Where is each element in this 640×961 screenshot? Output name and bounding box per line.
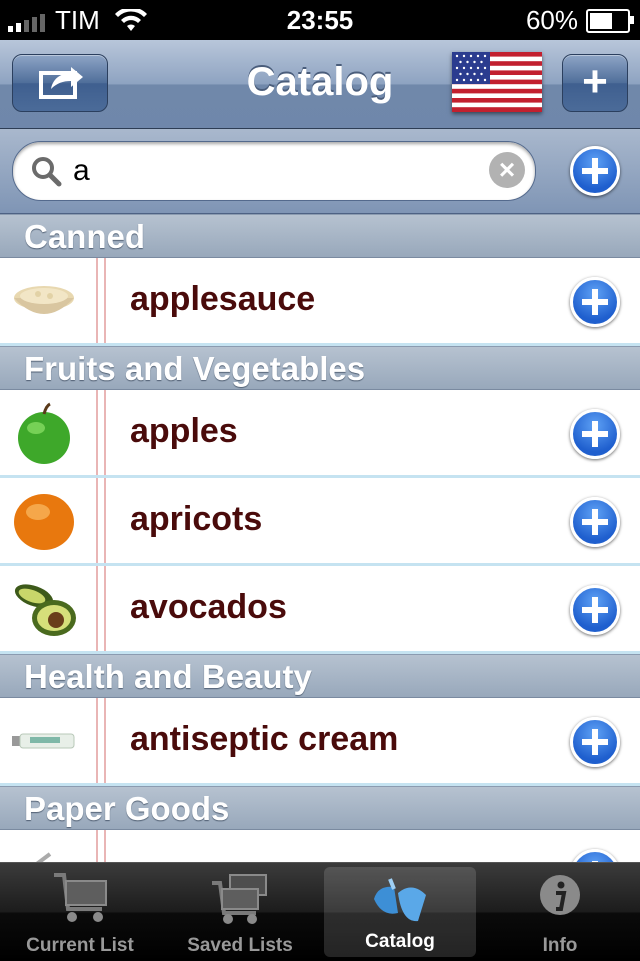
battery-icon <box>586 8 634 33</box>
tab-label: Saved Lists <box>187 935 293 956</box>
applesauce-bowl-icon <box>14 286 74 314</box>
search-input[interactable] <box>71 150 475 192</box>
item-name: avocados <box>130 588 287 626</box>
add-to-list-button[interactable] <box>570 277 620 327</box>
tab-bar: Current List Saved Lists Catalog Info <box>0 862 640 961</box>
plus-circle-icon <box>570 146 620 196</box>
section-header: Health and Beauty <box>0 654 640 698</box>
cart-icon <box>54 873 107 922</box>
clear-search-icon[interactable]: × <box>489 152 525 188</box>
plus-circle-icon <box>570 409 620 459</box>
item-name: antiseptic cream <box>130 720 399 758</box>
section-header: Paper Goods <box>0 786 640 830</box>
tab-label: Catalog <box>365 931 435 952</box>
tab-saved-lists[interactable]: Saved Lists <box>160 863 320 961</box>
list-item[interactable] <box>0 830 640 862</box>
navigation-bar: Catalog + <box>0 40 640 129</box>
search-field[interactable]: × <box>12 141 536 201</box>
page-title: Catalog <box>246 60 394 104</box>
section-header: Canned <box>0 214 640 258</box>
item-name: apricots <box>130 500 263 538</box>
plus-circle-icon <box>570 849 620 862</box>
paper-item-icon <box>36 852 52 862</box>
catalog-list: Canned applesauce Fruits and Vegetables … <box>0 214 640 862</box>
add-to-list-button[interactable] <box>570 585 620 635</box>
list-item[interactable]: applesauce <box>0 258 640 346</box>
plus-circle-icon <box>570 497 620 547</box>
us-flag-icon[interactable] <box>452 52 542 112</box>
list-item[interactable]: apricots <box>0 478 640 566</box>
catalog-icon <box>374 878 426 922</box>
add-item-button[interactable]: + <box>562 54 628 112</box>
add-to-list-button[interactable] <box>570 409 620 459</box>
battery-percent: 60% <box>525 5 578 35</box>
search-bar: × <box>0 129 640 214</box>
add-to-list-button[interactable] <box>570 717 620 767</box>
tab-info[interactable]: Info <box>480 863 640 961</box>
search-icon <box>32 157 62 187</box>
apple-icon <box>18 402 70 464</box>
cream-tube-icon <box>12 733 75 749</box>
list-item[interactable]: antiseptic cream <box>0 698 640 786</box>
add-search-term-button[interactable] <box>570 146 620 196</box>
status-bar: TIM 23:55 60% <box>0 0 640 40</box>
add-to-list-button[interactable] <box>570 849 620 862</box>
carts-icon <box>212 874 267 924</box>
tab-label: Info <box>542 935 578 956</box>
add-to-list-button[interactable] <box>570 497 620 547</box>
plus-circle-icon <box>570 717 620 767</box>
item-name: apples <box>130 412 238 450</box>
tab-catalog[interactable]: Catalog <box>324 867 476 957</box>
plus-circle-icon <box>570 277 620 327</box>
section-header: Fruits and Vegetables <box>0 346 640 390</box>
avocado-icon <box>14 584 76 636</box>
item-name: applesauce <box>130 280 316 318</box>
list-item[interactable]: apples <box>0 390 640 478</box>
list-item[interactable]: avocados <box>0 566 640 654</box>
info-icon <box>540 875 580 915</box>
plus-circle-icon <box>570 585 620 635</box>
apricot-icon <box>14 494 74 550</box>
tab-current-list[interactable]: Current List <box>0 863 160 961</box>
tab-label: Current List <box>26 935 134 956</box>
